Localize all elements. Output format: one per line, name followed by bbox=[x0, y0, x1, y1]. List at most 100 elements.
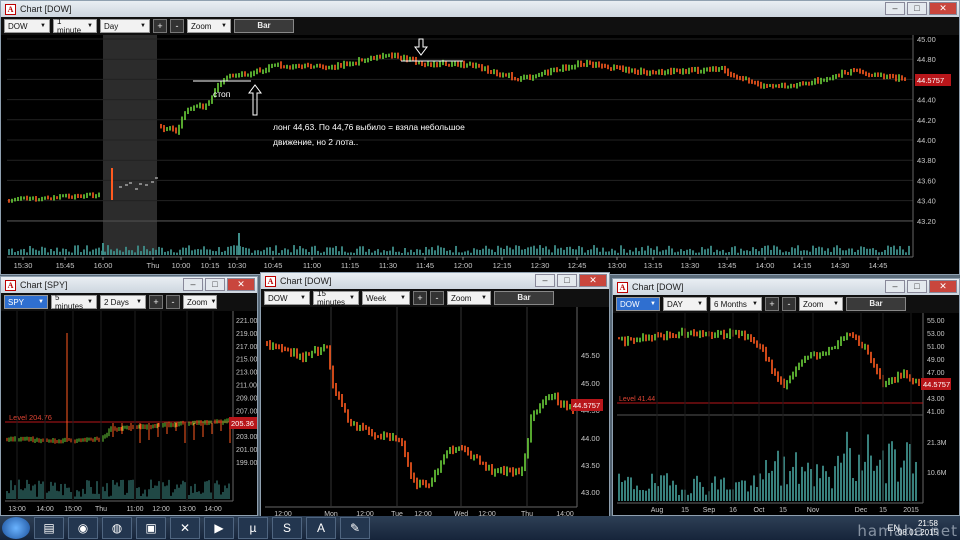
start-button[interactable] bbox=[2, 517, 30, 539]
maximize-icon[interactable]: □ bbox=[907, 2, 927, 15]
media-icon[interactable]: ▶ bbox=[204, 517, 234, 539]
dowday-chart-window: A Chart [DOW] – □ ✕ DOW ▼ DAY ▼ 6 Months ▼ … bbox=[612, 278, 960, 516]
symbol-select[interactable]: SPY ▼ bbox=[4, 295, 48, 309]
chrome-icon[interactable]: ◉ bbox=[68, 517, 98, 539]
main-price-chart[interactable]: 45.0044.8044.6044.4044.2044.0043.8043.60… bbox=[1, 35, 959, 274]
level-label: Level 204.76 bbox=[9, 413, 52, 422]
interval-select[interactable]: DAY ▼ bbox=[663, 297, 707, 311]
x-tick-label: 12:45 bbox=[568, 261, 587, 270]
symbol-select[interactable]: DOW ▼ bbox=[264, 291, 310, 305]
zoom-in-button[interactable]: + bbox=[153, 19, 167, 33]
y-tick-label: 47.00 bbox=[927, 370, 945, 377]
x-tick-label: 10:30 bbox=[228, 261, 247, 270]
firefox-icon[interactable]: ◍ bbox=[102, 517, 132, 539]
zoom-in-button[interactable]: + bbox=[149, 295, 163, 309]
x-tick-label: Nov bbox=[807, 507, 820, 514]
excel-icon[interactable]: ✕ bbox=[170, 517, 200, 539]
app-icon: A bbox=[265, 275, 276, 287]
x-tick-label: 13:15 bbox=[644, 261, 663, 270]
dowday-titlebar[interactable]: A Chart [DOW] – □ ✕ bbox=[613, 279, 959, 295]
main-titlebar[interactable]: A Chart [DOW] – □ ✕ bbox=[1, 1, 959, 17]
bar-button[interactable]: Bar bbox=[494, 291, 554, 305]
y-tick-label: 41.00 bbox=[927, 409, 945, 416]
x-tick-label: 13:00 bbox=[8, 506, 26, 513]
dowday-price-chart[interactable]: 55.0053.0051.0049.0047.0045.0043.0041.00… bbox=[613, 313, 959, 515]
x-tick-label: 12:00 bbox=[152, 506, 170, 513]
watermark: hamaha.net bbox=[857, 522, 958, 540]
symbol-select[interactable]: DOW ▼ bbox=[4, 19, 50, 33]
utorrent-icon[interactable]: µ bbox=[238, 517, 268, 539]
trading-app-icon[interactable]: A bbox=[306, 517, 336, 539]
chart-background bbox=[261, 307, 609, 519]
spy-titlebar[interactable]: A Chart [SPY] – □ ✕ bbox=[1, 277, 257, 293]
x-tick-label: Dec bbox=[855, 507, 868, 514]
dow15-titlebar[interactable]: A Chart [DOW] – □ ✕ bbox=[261, 273, 609, 289]
dow15-price-chart[interactable]: 45.5045.0044.5044.0043.5043.0044.575712:… bbox=[261, 307, 609, 519]
bar-button[interactable]: Bar bbox=[846, 297, 906, 311]
minimize-icon[interactable]: – bbox=[535, 274, 555, 287]
period-select[interactable]: 2 Days ▼ bbox=[100, 295, 146, 309]
explorer-icon[interactable]: ▤ bbox=[34, 517, 64, 539]
x-tick-label: 15 bbox=[779, 507, 787, 514]
maximize-icon[interactable]: □ bbox=[205, 278, 225, 291]
maximize-icon[interactable]: □ bbox=[907, 280, 927, 293]
interval-value: 1 minute bbox=[57, 17, 82, 35]
x-tick-label: 10:15 bbox=[201, 261, 220, 270]
y-tick-label: 217.00 bbox=[236, 344, 257, 351]
zoom-value: Zoom bbox=[187, 297, 208, 307]
y-tick-label: 211.00 bbox=[236, 383, 257, 390]
dowday-window-title: Chart [DOW] bbox=[632, 282, 684, 292]
paint-icon[interactable]: ✎ bbox=[340, 517, 370, 539]
interval-select[interactable]: 5 minutes ▼ bbox=[51, 293, 97, 311]
minimize-icon[interactable]: – bbox=[885, 2, 905, 15]
x-tick-label: 14:00 bbox=[204, 506, 222, 513]
skype-icon[interactable]: S bbox=[272, 517, 302, 539]
symbol-value: DOW bbox=[620, 299, 640, 309]
y-tick-label: 219.00 bbox=[236, 331, 257, 338]
spy-price-chart[interactable]: 221.00 219.00 217.00 215.00 213.00 211.00 209.… bbox=[1, 311, 258, 515]
zoom-out-button[interactable]: - bbox=[782, 297, 796, 311]
y-tick-label: 45.00 bbox=[581, 379, 600, 388]
y-tick-label: 203.00 bbox=[236, 434, 257, 441]
x-tick-label: 13:00 bbox=[178, 506, 196, 513]
zoom-out-button[interactable]: - bbox=[170, 19, 184, 33]
zoom-value: Zoom bbox=[451, 293, 472, 303]
chevron-down-icon: ▼ bbox=[221, 23, 227, 29]
minimize-icon[interactable]: – bbox=[885, 280, 905, 293]
bar-button[interactable]: Bar bbox=[234, 19, 294, 33]
interval-select[interactable]: 1 minute ▼ bbox=[53, 17, 97, 35]
chevron-down-icon: ▼ bbox=[349, 295, 355, 301]
x-tick-label: 12:15 bbox=[493, 261, 512, 270]
close-icon[interactable]: ✕ bbox=[579, 274, 607, 287]
maximize-icon[interactable]: □ bbox=[557, 274, 577, 287]
zoom-in-button[interactable]: + bbox=[413, 291, 427, 305]
zoom-select[interactable]: Zoom ▼ bbox=[447, 291, 491, 305]
period-select[interactable]: Week ▼ bbox=[362, 291, 410, 305]
zoom-out-button[interactable]: - bbox=[430, 291, 444, 305]
x-tick-label: 11:00 bbox=[127, 506, 144, 513]
zoom-in-button[interactable]: + bbox=[765, 297, 779, 311]
y-tick-label: 44.20 bbox=[917, 116, 936, 125]
zoom-select[interactable]: Zoom ▼ bbox=[187, 19, 231, 33]
x-tick-label: Thu bbox=[147, 261, 160, 270]
zoom-out-button[interactable]: - bbox=[166, 295, 180, 309]
minimize-icon[interactable]: – bbox=[183, 278, 203, 291]
zoom-select[interactable]: Zoom ▼ bbox=[183, 295, 217, 309]
x-tick-label: 2015 bbox=[903, 507, 919, 514]
close-icon[interactable]: ✕ bbox=[929, 2, 957, 15]
period-select[interactable]: Day ▼ bbox=[100, 19, 150, 33]
x-tick-label: 13:00 bbox=[608, 261, 627, 270]
close-icon[interactable]: ✕ bbox=[929, 280, 957, 293]
close-icon[interactable]: ✕ bbox=[227, 278, 255, 291]
x-tick-label: 16:00 bbox=[94, 261, 113, 270]
save-disk-icon[interactable]: ▣ bbox=[136, 517, 166, 539]
period-select[interactable]: 6 Months ▼ bbox=[710, 297, 762, 311]
chevron-down-icon: ▼ bbox=[752, 301, 758, 307]
interval-select[interactable]: 15 minutes ▼ bbox=[313, 289, 359, 307]
chevron-down-icon: ▼ bbox=[210, 299, 217, 305]
app-icon: A bbox=[617, 281, 628, 293]
zoom-select[interactable]: Zoom ▼ bbox=[799, 297, 843, 311]
x-tick-label: 15:45 bbox=[56, 261, 75, 270]
x-tick-label: Thu bbox=[95, 506, 107, 513]
symbol-select[interactable]: DOW ▼ bbox=[616, 297, 660, 311]
